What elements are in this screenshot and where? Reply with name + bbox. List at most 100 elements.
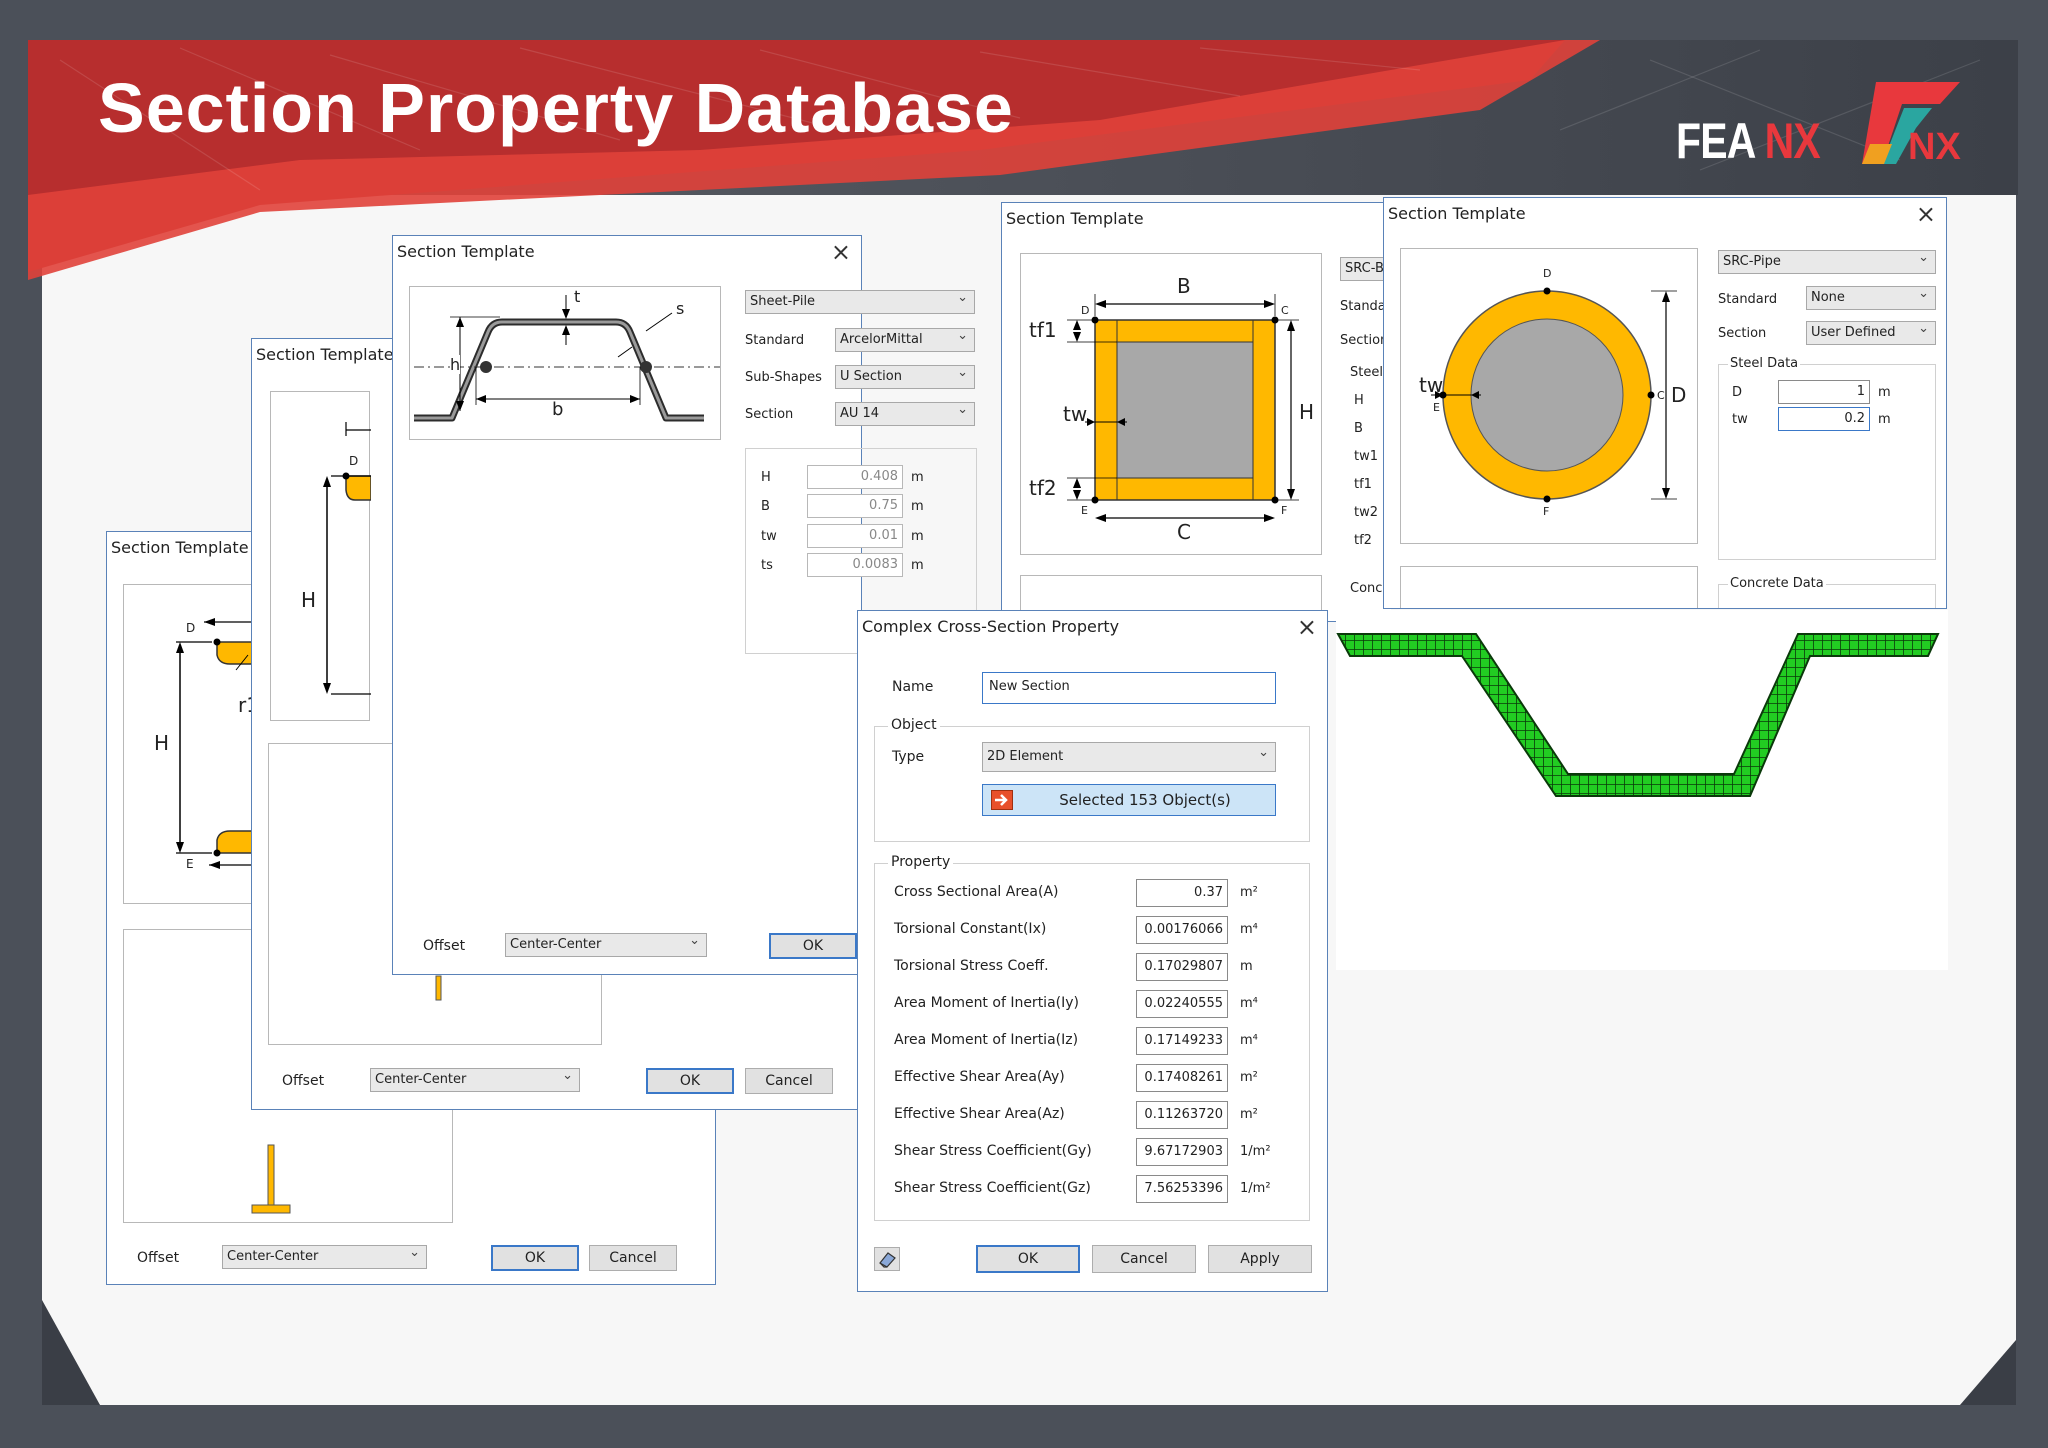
- property-unit-gy: 1/m²: [1240, 1144, 1271, 1159]
- channel-section-icon: [323, 422, 371, 695]
- subshapes-select[interactable]: U Section: [835, 365, 975, 389]
- window-title: Section Template: [111, 538, 249, 557]
- type-select[interactable]: 2D Element: [982, 742, 1276, 772]
- name-label: Name: [892, 679, 934, 695]
- field-label-ts: ts: [761, 558, 773, 573]
- property-unit-iz: m⁴: [1240, 1033, 1258, 1048]
- offset-select[interactable]: Center-Center: [370, 1068, 580, 1092]
- offset-label: Offset: [137, 1250, 180, 1266]
- property-value-gy[interactable]: 9.67172903: [1136, 1138, 1228, 1166]
- section-diagram: t s h b: [409, 286, 721, 440]
- property-label-area: Cross Sectional Area(A): [894, 884, 1059, 900]
- field-label-tw1: tw1: [1354, 449, 1379, 464]
- field-ts-unit: m: [911, 558, 924, 573]
- property-value-area[interactable]: 0.37: [1136, 879, 1228, 907]
- field-d-unit: m: [1878, 385, 1891, 400]
- section-select[interactable]: AU 14: [835, 402, 975, 426]
- property-value-torsional-stress[interactable]: 0.17029807: [1136, 953, 1228, 981]
- apply-button[interactable]: Apply: [1208, 1245, 1312, 1273]
- property-value-ay[interactable]: 0.17408261: [1136, 1064, 1228, 1092]
- close-icon[interactable]: ×: [1297, 613, 1317, 641]
- property-label-ay: Effective Shear Area(Ay): [894, 1069, 1065, 1085]
- property-value-gz[interactable]: 7.56253396: [1136, 1175, 1228, 1203]
- offset-label: Offset: [423, 938, 466, 954]
- ok-button[interactable]: OK: [646, 1068, 734, 1094]
- field-tw-unit: m: [1878, 412, 1891, 427]
- window-title: Section Template: [256, 345, 394, 364]
- brand-wordmark: FEA NX: [1676, 112, 1821, 170]
- cancel-button[interactable]: Cancel: [745, 1068, 833, 1094]
- field-tw-input[interactable]: 0.01: [807, 524, 903, 548]
- standard-select[interactable]: ArcelorMittal: [835, 328, 975, 352]
- steel-label: Steel: [1350, 365, 1383, 380]
- property-unit-ix: m⁴: [1240, 922, 1258, 937]
- ok-button[interactable]: OK: [491, 1245, 579, 1271]
- property-value-az[interactable]: 0.11263720: [1136, 1101, 1228, 1129]
- diagram-label-tf2: tf2: [1029, 476, 1057, 500]
- diagram-label-b: b: [552, 399, 564, 420]
- property-unit-az: m²: [1240, 1107, 1258, 1122]
- diagram-label-c: C: [1657, 389, 1665, 402]
- property-label-torsional-stress: Torsional Stress Coeff.: [894, 958, 1049, 974]
- field-h-input[interactable]: 0.408: [807, 465, 903, 489]
- ok-button[interactable]: OK: [976, 1245, 1080, 1273]
- diagram-label-f: F: [1281, 504, 1288, 517]
- field-label-b: B: [1354, 421, 1363, 436]
- shape-select[interactable]: SRC-Pipe: [1718, 250, 1936, 274]
- field-label-tf2: tf2: [1354, 533, 1372, 548]
- field-label-h: H: [761, 470, 771, 485]
- section-diagram: D C D tw E F: [1400, 248, 1698, 544]
- standard-label: Standard: [745, 333, 805, 348]
- field-label-tf1: tf1: [1354, 477, 1372, 492]
- cancel-button[interactable]: Cancel: [1092, 1245, 1196, 1273]
- window-title: Section Template: [1388, 204, 1526, 223]
- property-label-iz: Area Moment of Inertia(Iz): [894, 1032, 1079, 1048]
- property-unit-area: m²: [1240, 885, 1258, 900]
- select-objects-button[interactable]: Selected 153 Object(s): [982, 784, 1276, 816]
- cancel-button[interactable]: Cancel: [589, 1245, 677, 1271]
- section-label: Section: [1718, 326, 1767, 341]
- diagram-label-s: s: [676, 299, 685, 318]
- section-select[interactable]: User Defined: [1806, 321, 1936, 345]
- field-label-d: D: [1732, 385, 1743, 400]
- meshed-sheet-pile-icon: [1336, 633, 1940, 797]
- section-template-window-sheetpile: Section Template × t s h b Sheet-Pile ⌄ …: [392, 235, 977, 975]
- standard-select[interactable]: None: [1806, 286, 1936, 310]
- field-b-input[interactable]: 0.75: [807, 494, 903, 518]
- diagram-label-h: H: [154, 731, 170, 755]
- diagram-label-cc: C: [1281, 304, 1289, 317]
- property-value-iz[interactable]: 0.17149233: [1136, 1027, 1228, 1055]
- property-value-iy[interactable]: 0.02240555: [1136, 990, 1228, 1018]
- property-value-ix[interactable]: 0.00176066: [1136, 916, 1228, 944]
- eraser-button[interactable]: [874, 1247, 900, 1271]
- offset-select[interactable]: Center-Center: [505, 933, 707, 957]
- diagram-label-h: h: [450, 355, 461, 374]
- property-unit-iy: m⁴: [1240, 996, 1258, 1011]
- concrete-data-label: Concrete Data: [1728, 576, 1826, 591]
- window-title: Section Template: [1006, 209, 1144, 228]
- brand-accent: NX: [1764, 113, 1821, 169]
- offset-select[interactable]: Center-Center: [222, 1245, 427, 1269]
- close-icon[interactable]: ×: [1916, 200, 1936, 228]
- close-icon[interactable]: ×: [831, 238, 851, 266]
- field-ts-input[interactable]: 0.0083: [807, 553, 903, 577]
- diagram-label-h: H: [1299, 400, 1315, 424]
- field-label-tw: tw: [1732, 412, 1748, 427]
- diagram-label-d: D: [349, 454, 359, 468]
- property-label-gz: Shear Stress Coefficient(Gz): [894, 1180, 1091, 1196]
- diagram-label-c: C: [1177, 520, 1191, 544]
- field-tw-input[interactable]: 0.2: [1778, 407, 1870, 431]
- field-label-b: B: [761, 499, 770, 514]
- field-d-input[interactable]: 1: [1778, 380, 1870, 404]
- name-input[interactable]: New Section: [982, 672, 1276, 704]
- property-label-gy: Shear Stress Coefficient(Gy): [894, 1143, 1092, 1159]
- diagram-label-tw: tw: [1063, 402, 1088, 426]
- ok-button[interactable]: OK: [769, 933, 857, 959]
- select-arrow-icon: [991, 790, 1013, 810]
- diagram-label-e: E: [1081, 504, 1088, 517]
- diagram-label-t: t: [574, 287, 581, 306]
- shape-select[interactable]: Sheet-Pile: [745, 290, 975, 314]
- diagram-label-tw: tw: [1419, 373, 1444, 397]
- section-label: Section: [1340, 333, 1389, 348]
- complex-cross-section-dialog: Complex Cross-Section Property × Name Ne…: [857, 610, 1328, 1292]
